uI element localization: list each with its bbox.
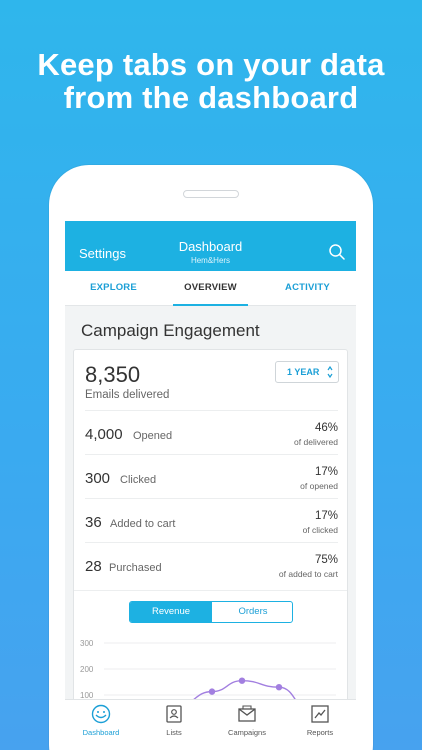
emails-delivered-value: 8,350 (85, 362, 141, 387)
toggle-revenue[interactable]: Revenue (130, 602, 212, 622)
metric-row-opened: 4,000 Opened 46% of delivered (85, 410, 338, 454)
nav-lists[interactable]: Lists (138, 700, 210, 741)
nav-reports[interactable]: Reports (284, 700, 356, 741)
app-header: Settings Dashboard Hem&Hers (65, 221, 356, 271)
nav-label: Reports (306, 728, 334, 737)
chart-toggle: Revenue Orders (129, 601, 293, 623)
metric-row-purchased: 28 Purchased 75% of added to cart (85, 542, 338, 586)
metric-basis: of delivered (294, 437, 338, 447)
chart-data-point[interactable] (275, 684, 283, 691)
metric-label: Purchased (109, 562, 162, 574)
phone-frame: Settings Dashboard Hem&Hers EXPLORE OVER… (49, 165, 373, 750)
phone-speaker (183, 190, 239, 198)
chart-y-tick-label: 200 (80, 665, 94, 674)
chevron-up-down-icon (327, 365, 333, 379)
tab-overview[interactable]: OVERVIEW (169, 271, 252, 306)
lists-icon (166, 705, 182, 723)
nav-label: Dashboard (82, 728, 120, 737)
chart-data-point[interactable] (238, 677, 246, 684)
app-screen: Settings Dashboard Hem&Hers EXPLORE OVER… (65, 221, 356, 741)
metric-value: 300 (85, 470, 111, 487)
section-title: Campaign Engagement (81, 321, 260, 340)
metric-row-clicked: 300 Clicked 17% of opened (85, 454, 338, 498)
nav-campaigns[interactable]: Campaigns (211, 700, 283, 741)
metric-basis: of opened (300, 481, 338, 491)
reports-icon (311, 705, 329, 723)
tab-bar: EXPLORE OVERVIEW ACTIVITY (65, 271, 356, 306)
metric-percent: 17% (314, 466, 338, 478)
headline-line-2: from the dashboard (63, 80, 359, 115)
headline-line-1: Keep tabs on your data (37, 47, 385, 82)
bottom-nav: Dashboard Lists Campaigns Reports (65, 699, 356, 741)
metric-value: 36 (85, 514, 102, 531)
metric-label: Added to cart (110, 518, 176, 530)
nav-label: Lists (166, 728, 182, 737)
metric-basis: of added to cart (278, 569, 338, 579)
chart-data-point[interactable] (208, 688, 216, 695)
metric-percent: 17% (314, 510, 338, 522)
chart-y-tick-label: 300 (80, 639, 94, 648)
nav-dashboard[interactable]: Dashboard (65, 700, 137, 741)
metric-value: 4,000 (85, 426, 123, 443)
metric-basis: of clicked (302, 525, 338, 535)
period-select-label: 1 YEAR (287, 367, 320, 377)
toggle-orders[interactable]: Orders (212, 602, 292, 622)
emails-delivered-label: Emails delivered (85, 389, 170, 401)
period-select[interactable]: 1 YEAR (275, 361, 339, 383)
tab-explore[interactable]: EXPLORE (65, 271, 162, 306)
dashboard-icon (91, 704, 111, 724)
engagement-card: 8,350 Emails delivered 1 YEAR 4,000 Open… (73, 349, 348, 741)
metric-row-added-to-cart: 36 Added to cart 17% of clicked (85, 498, 338, 542)
promo-headline: Keep tabs on your data from the dashboar… (0, 48, 422, 114)
search-icon[interactable] (328, 243, 346, 261)
account-name: Hem&Hers (190, 256, 231, 265)
page-title: Dashboard (178, 239, 243, 254)
nav-label: Campaigns (228, 728, 266, 737)
metric-percent: 75% (314, 554, 338, 566)
tab-activity[interactable]: ACTIVITY (259, 271, 356, 306)
campaigns-icon (238, 705, 256, 722)
metric-label: Clicked (120, 474, 157, 486)
metric-percent: 46% (314, 422, 338, 434)
metric-value: 28 (85, 558, 102, 575)
metric-label: Opened (133, 430, 173, 442)
